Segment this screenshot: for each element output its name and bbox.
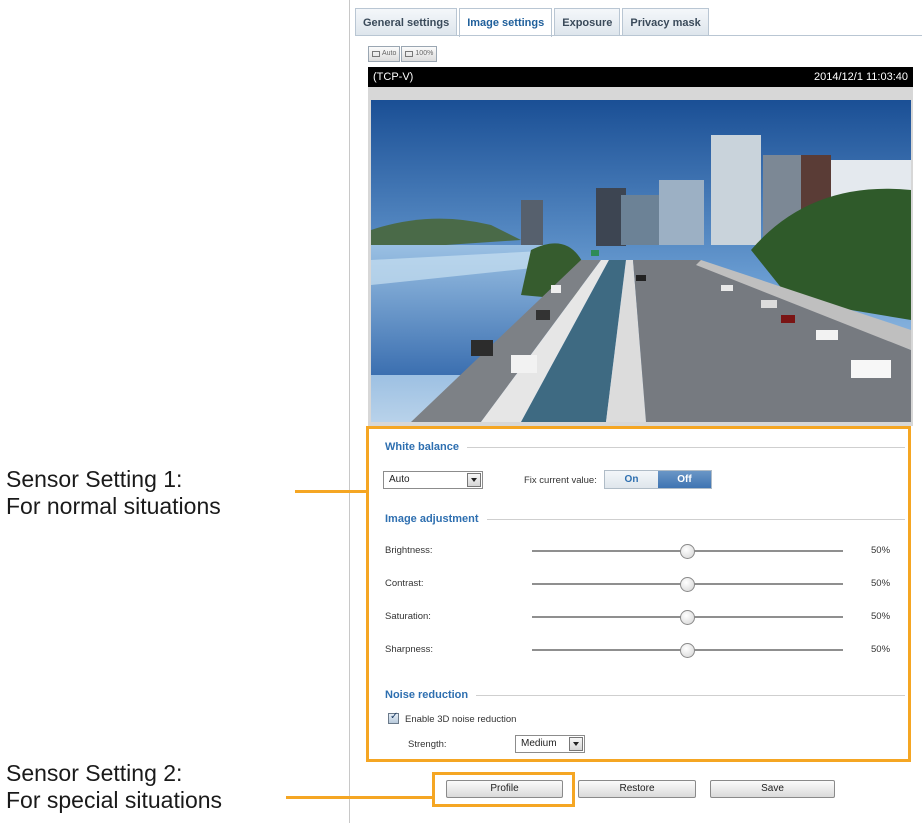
fix-current-value-toggle: On Off [604, 470, 712, 489]
noise-reduction-header: Noise reduction [385, 688, 905, 702]
restore-button[interactable]: Restore [578, 780, 696, 798]
sharpness-slider-thumb[interactable] [680, 642, 695, 658]
sharpness-value: 50% [871, 644, 891, 655]
chevron-down-icon [569, 737, 583, 751]
callout-1-line-1: Sensor Setting 1: [6, 466, 183, 492]
video-timestamp: 2014/12/1 11:03:40 [814, 71, 908, 83]
sharpness-label: Sharpness: [385, 644, 434, 655]
view-auto-label: Auto [382, 50, 397, 57]
image-adjustment-header: Image adjustment [385, 512, 905, 526]
brightness-label: Brightness: [385, 545, 433, 556]
sensor-setting-1-callout: Sensor Setting 1: For normal situations [6, 466, 221, 520]
tab-image-settings[interactable]: Image settings [459, 8, 553, 37]
brightness-value: 50% [871, 545, 891, 556]
chevron-down-icon [467, 473, 481, 487]
callout-2-line-1: Sensor Setting 2: [6, 760, 183, 786]
view-auto-button[interactable]: Auto [368, 46, 401, 62]
callout-1-line-2: For normal situations [6, 493, 221, 519]
screen-icon [372, 51, 380, 57]
enable-3d-noise-reduction-label: Enable 3D noise reduction [405, 714, 517, 725]
tab-exposure[interactable]: Exposure [554, 8, 621, 36]
profile-button[interactable]: Profile [446, 780, 563, 798]
section-divider [466, 446, 905, 448]
section-divider [486, 518, 905, 520]
strength-select[interactable]: Medium [515, 735, 585, 753]
image-adjustment-title: Image adjustment [385, 513, 479, 525]
fix-current-value-label: Fix current value: [524, 475, 597, 486]
live-video-image [371, 100, 911, 422]
contrast-value: 50% [871, 578, 891, 589]
saturation-value: 50% [871, 611, 891, 622]
callout-2-line-2: For special situations [6, 787, 223, 813]
video-title-bar: (TCP-V) 2014/12/1 11:03:40 [368, 67, 913, 87]
stream-label: (TCP-V) [373, 71, 414, 83]
noise-reduction-title: Noise reduction [385, 689, 469, 701]
settings-tabs: General settings Image settings Exposure… [355, 8, 709, 37]
brightness-slider-thumb[interactable] [680, 543, 695, 559]
view-100-button[interactable]: 100% [401, 46, 438, 62]
save-button[interactable]: Save [710, 780, 835, 798]
view-100-label: 100% [415, 50, 434, 57]
tab-general-settings[interactable]: General settings [355, 8, 458, 36]
contrast-slider-thumb[interactable] [680, 576, 695, 592]
strength-label: Strength: [408, 739, 447, 750]
strength-value: Medium [521, 738, 557, 749]
white-balance-select[interactable]: Auto [383, 471, 483, 489]
tab-privacy-mask[interactable]: Privacy mask [622, 8, 709, 36]
white-balance-title: White balance [385, 441, 459, 453]
enable-3d-noise-reduction-checkbox[interactable] [388, 711, 399, 724]
callout-leader-1 [295, 490, 366, 493]
sensor-setting-2-callout: Sensor Setting 2: For special situations [6, 760, 222, 814]
screen-icon [405, 51, 414, 57]
view-mode-buttons: Auto 100% [368, 46, 438, 62]
section-divider [476, 694, 905, 696]
callout-leader-2 [286, 796, 432, 799]
white-balance-value: Auto [389, 474, 410, 485]
saturation-label: Saturation: [385, 611, 431, 622]
panel-border [349, 0, 350, 823]
saturation-slider-thumb[interactable] [680, 609, 695, 625]
white-balance-header: White balance [385, 440, 905, 454]
fix-off-button[interactable]: Off [658, 471, 711, 488]
tab-underline [355, 35, 922, 36]
contrast-label: Contrast: [385, 578, 424, 589]
fix-on-button[interactable]: On [605, 471, 658, 488]
